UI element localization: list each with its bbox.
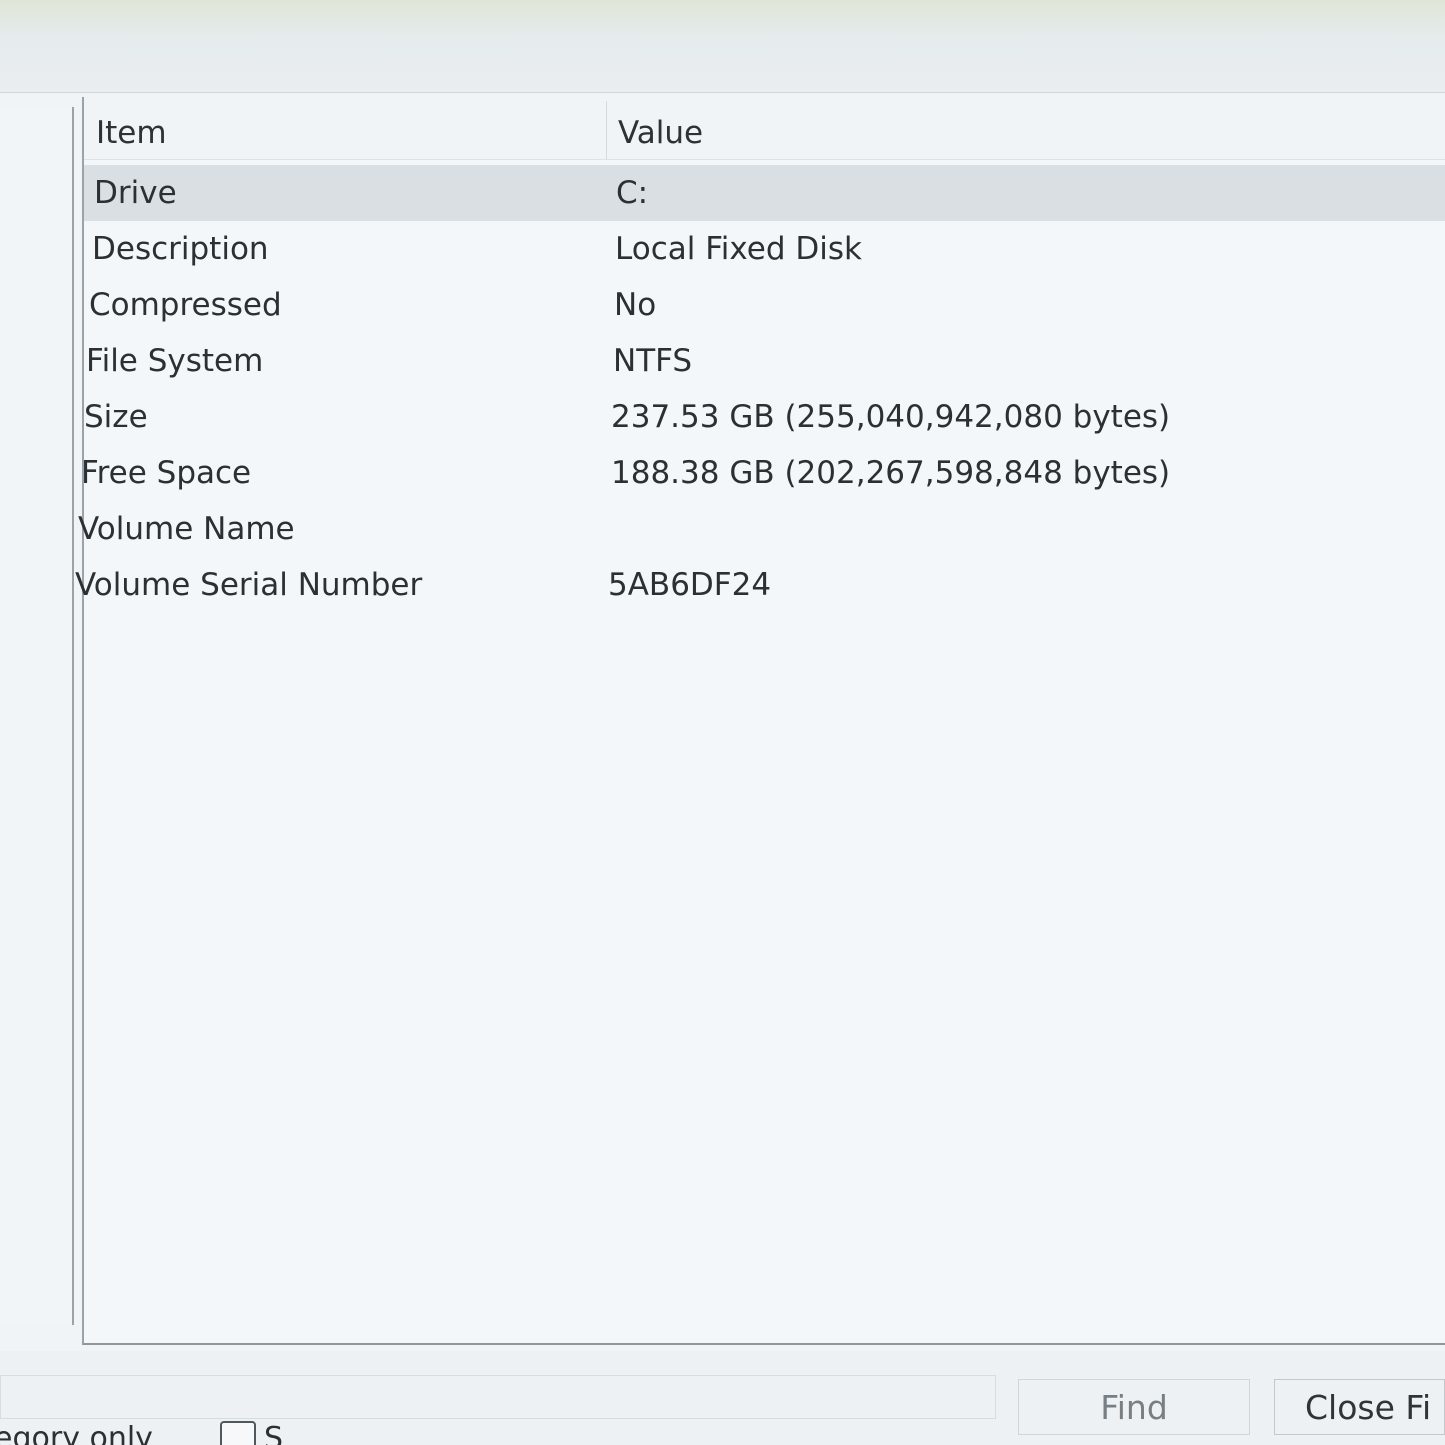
column-divider[interactable] — [606, 101, 607, 159]
column-header-item[interactable]: Item — [96, 115, 167, 151]
category-tree-pane[interactable] — [0, 107, 74, 1325]
column-header-value[interactable]: Value — [618, 115, 703, 151]
table-row[interactable]: File System NTFS — [84, 333, 1445, 389]
table-row[interactable]: Description Local Fixed Disk — [84, 221, 1445, 277]
search-category-only-label: egory only — [0, 1421, 153, 1445]
row-value: No — [614, 287, 657, 323]
table-row[interactable]: Volume Name — [78, 501, 1445, 557]
row-item: Description — [92, 231, 269, 267]
row-item: Volume Name — [78, 511, 295, 547]
row-item: Volume Serial Number — [75, 567, 423, 603]
row-value: C: — [616, 175, 649, 211]
row-item: Free Space — [81, 455, 252, 491]
row-value: 237.53 GB (255,040,942,080 bytes) — [611, 399, 1171, 435]
close-find-button[interactable]: Close Fi — [1274, 1379, 1445, 1435]
row-value: 5AB6DF24 — [608, 567, 772, 603]
screen: Item Value Drive C: Description Local Fi… — [0, 0, 1445, 1445]
list-header: Item Value — [84, 97, 1445, 160]
table-row[interactable]: Volume Serial Number 5AB6DF24 — [75, 557, 1445, 613]
table-row[interactable]: Size 237.53 GB (255,040,942,080 bytes) — [84, 389, 1445, 445]
row-item: Size — [84, 399, 148, 435]
table-row[interactable]: Free Space 188.38 GB (202,267,598,848 by… — [81, 445, 1445, 501]
details-list: Item Value Drive C: Description Local Fi… — [75, 97, 1445, 1345]
row-value: 188.38 GB (202,267,598,848 bytes) — [611, 455, 1171, 491]
table-row[interactable]: Drive C: — [84, 165, 1445, 221]
row-item: Compressed — [89, 287, 282, 323]
system-information-window: Item Value Drive C: Description Local Fi… — [0, 92, 1445, 1445]
search-category-names-checkbox[interactable] — [220, 1421, 256, 1445]
row-value: Local Fixed Disk — [615, 231, 862, 267]
find-what-input[interactable] — [0, 1375, 996, 1419]
table-row[interactable]: Compressed No — [84, 277, 1445, 333]
find-bar: Find Close Fi egory only S — [0, 1351, 1445, 1445]
row-value: NTFS — [613, 343, 693, 379]
row-item: Drive — [94, 175, 177, 211]
row-item: File System — [86, 343, 264, 379]
search-category-names-label: S — [264, 1421, 284, 1445]
find-button[interactable]: Find — [1018, 1379, 1250, 1435]
